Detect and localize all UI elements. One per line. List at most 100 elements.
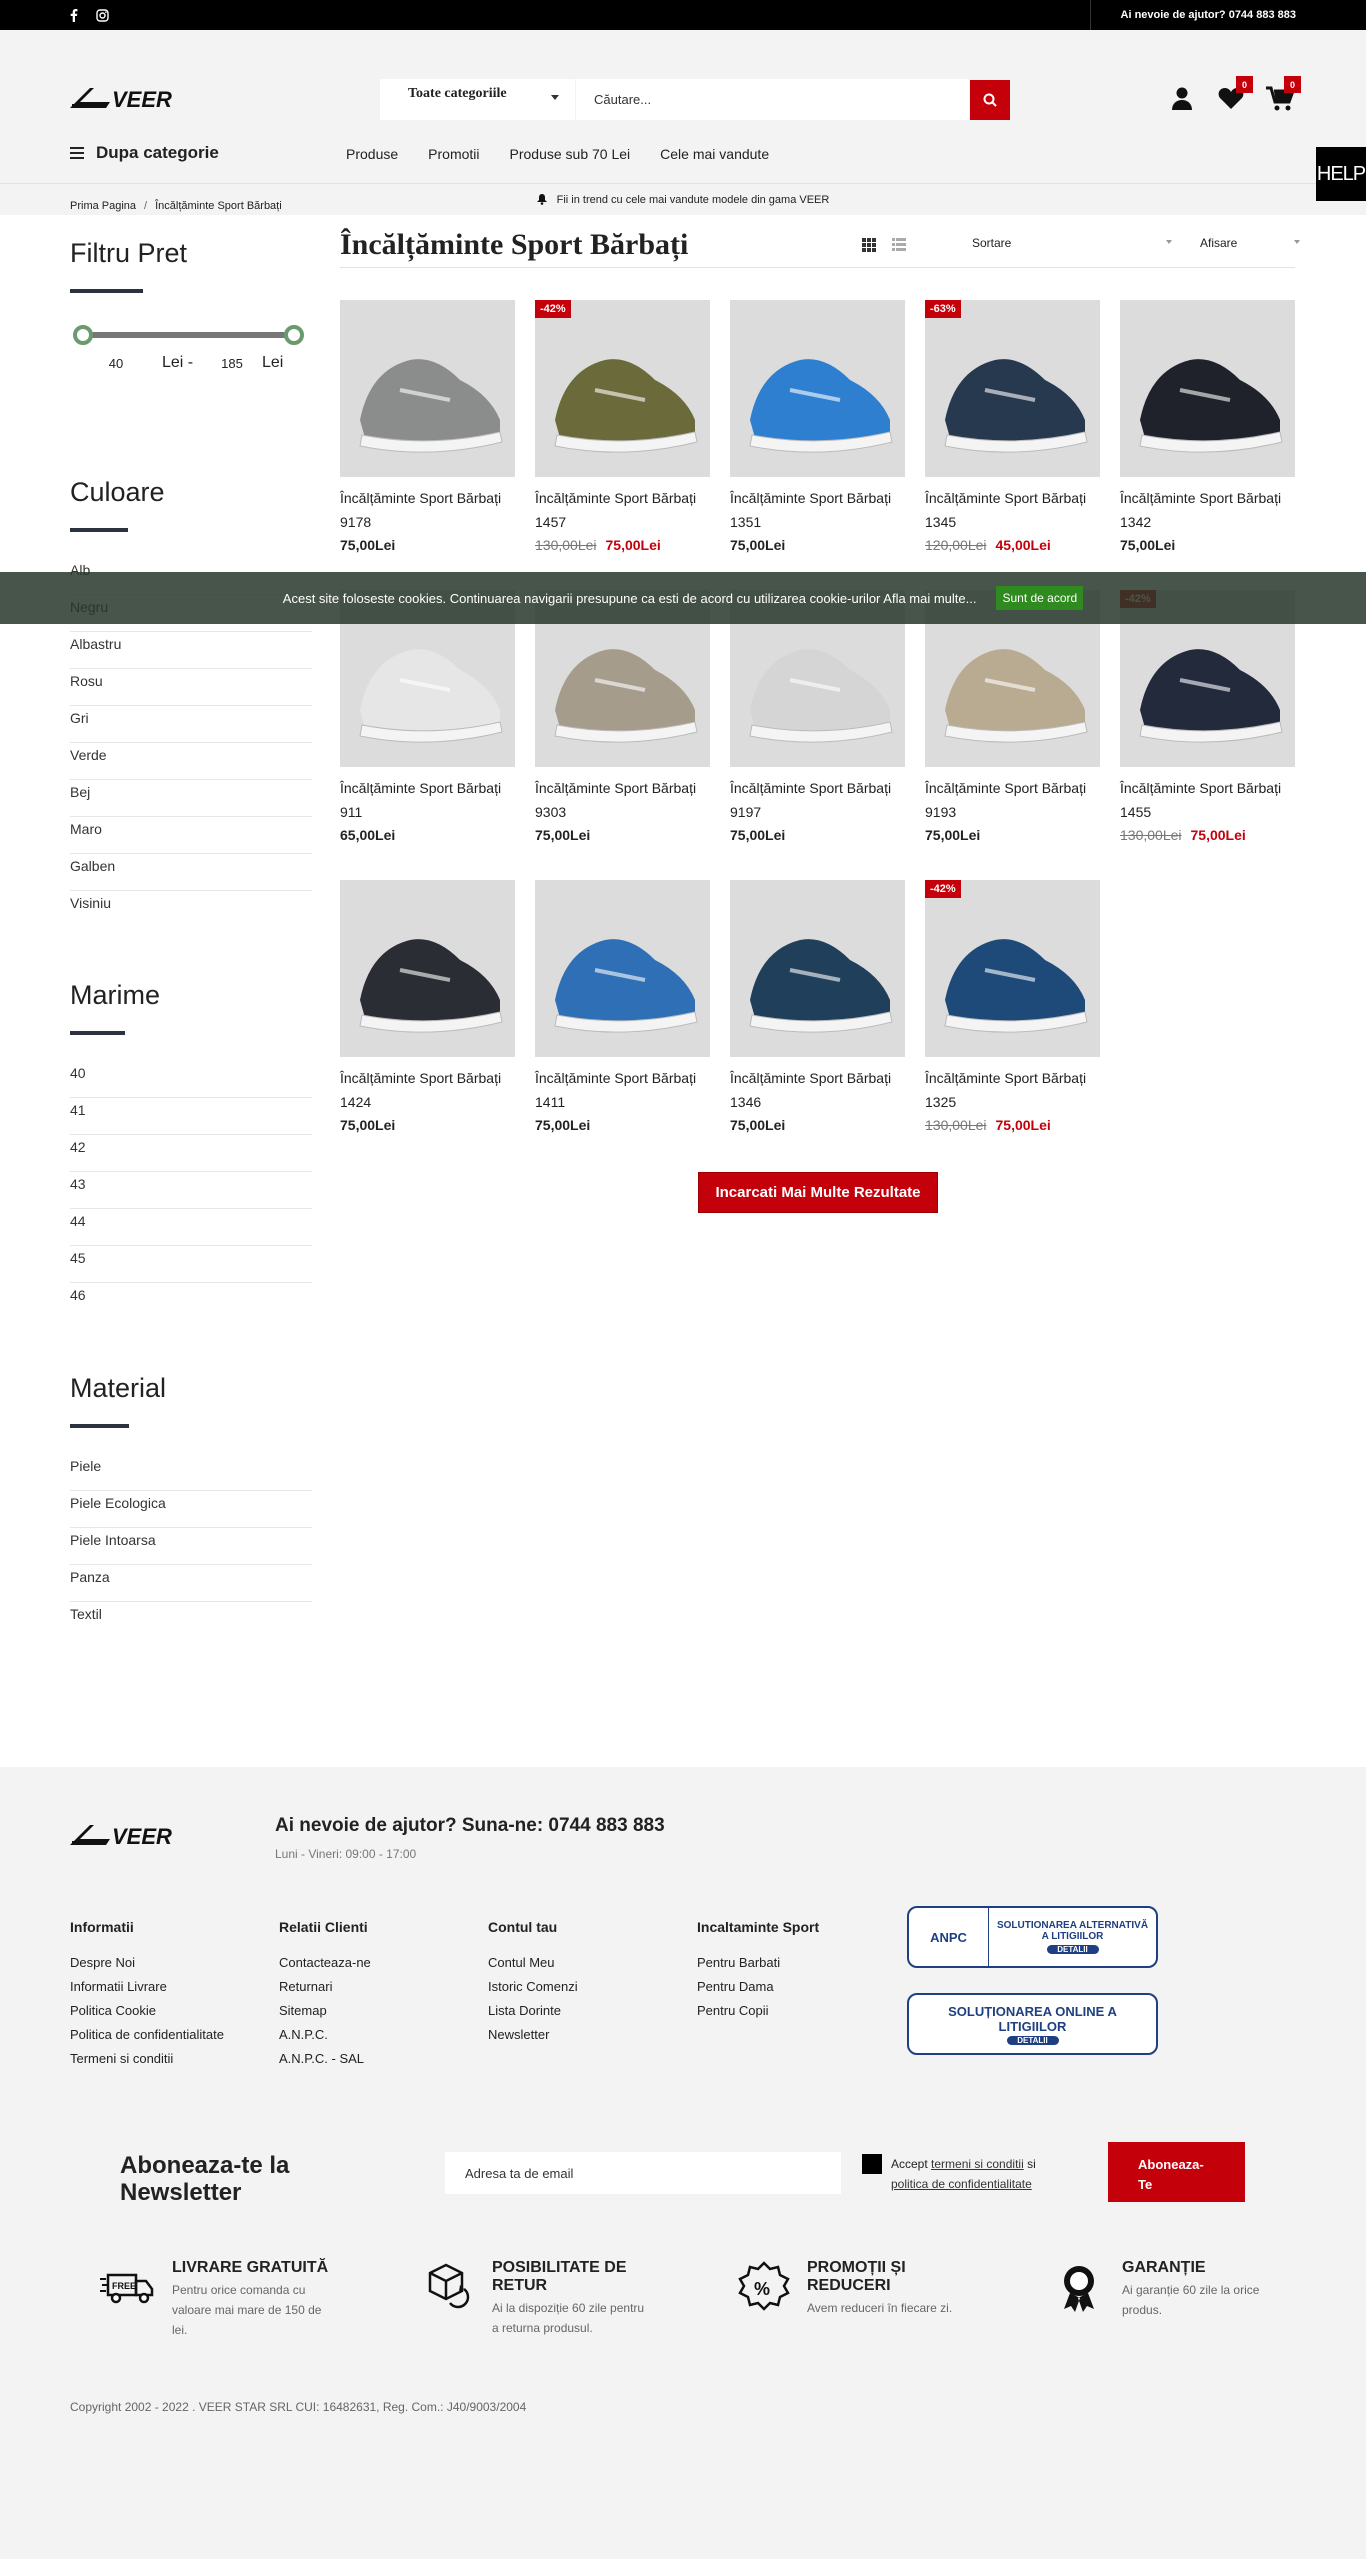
breadcrumb-home[interactable]: Prima Pagina <box>70 200 136 212</box>
product-card[interactable]: Încălțăminte Sport Bărbați 1342 75,00Lei <box>1120 300 1295 553</box>
product-image[interactable] <box>730 880 905 1057</box>
product-image[interactable]: -63% <box>925 300 1100 477</box>
help-button[interactable]: HELP <box>1316 147 1366 201</box>
product-image[interactable]: -42% <box>535 300 710 477</box>
cookie-accept-button[interactable]: Sunt de acord <box>996 586 1084 610</box>
nav-promotii[interactable]: Promotii <box>428 146 479 162</box>
color-filter-option[interactable]: Bej <box>70 780 312 817</box>
material-filter-option[interactable]: Piele Ecologica <box>70 1491 312 1528</box>
wishlist-button[interactable]: 0 <box>1218 76 1253 112</box>
material-filter-option[interactable]: Piele Intoarsa <box>70 1528 312 1565</box>
subscribe-button[interactable]: Aboneaza-Te <box>1108 2142 1245 2202</box>
product-card[interactable]: Încălțăminte Sport Bărbați 1411 75,00Lei <box>535 880 710 1133</box>
product-name-block[interactable]: Încălțăminte Sport Bărbați 9193 <box>925 776 1100 824</box>
footer-link[interactable]: Pentru Barbati <box>697 1955 819 1970</box>
product-name-block[interactable]: Încălțăminte Sport Bărbați 9178 <box>340 486 515 534</box>
color-filter-option[interactable]: Maro <box>70 817 312 854</box>
color-filter-option[interactable]: Verde <box>70 743 312 780</box>
product-name-block[interactable]: Încălțăminte Sport Bărbați 1346 <box>730 1066 905 1114</box>
product-card[interactable]: Încălțăminte Sport Bărbați 1424 75,00Lei <box>340 880 515 1133</box>
color-filter-option[interactable]: Gri <box>70 706 312 743</box>
product-card[interactable]: Încălțăminte Sport Bărbați 9303 75,00Lei <box>535 590 710 843</box>
slider-max-handle[interactable] <box>284 325 304 345</box>
anpc-sol-badge[interactable]: SOLUȚIONAREA ONLINE A LITIGIILOR DETALII <box>907 1993 1158 2055</box>
product-card[interactable]: Încălțăminte Sport Bărbați 9197 75,00Lei <box>730 590 905 843</box>
footer-link[interactable]: Lista Dorinte <box>488 2003 578 2018</box>
load-more-button[interactable]: Incarcati Mai Multe Rezultate <box>698 1172 938 1213</box>
footer-link[interactable]: Contul Meu <box>488 1955 578 1970</box>
material-filter-option[interactable]: Piele <box>70 1454 312 1491</box>
product-card[interactable]: Încălțăminte Sport Bărbați 1351 75,00Lei <box>730 300 905 553</box>
size-filter-option[interactable]: 43 <box>70 1172 312 1209</box>
footer-veer-logo[interactable]: VEER <box>70 1823 213 1847</box>
product-name-block[interactable]: Încălțăminte Sport Bărbați 9303 <box>535 776 710 824</box>
price-min[interactable]: 40 <box>70 356 162 371</box>
footer-link[interactable]: A.N.P.C. <box>279 2027 371 2042</box>
privacy-link[interactable]: politica de confidentialitate <box>891 2177 1032 2191</box>
material-filter-option[interactable]: Panza <box>70 1565 312 1602</box>
product-name-block[interactable]: Încălțăminte Sport Bărbați 1457 <box>535 486 710 534</box>
price-max[interactable]: 185 <box>202 356 262 371</box>
footer-link[interactable]: Sitemap <box>279 2003 371 2018</box>
accept-terms-checkbox[interactable] <box>862 2154 882 2174</box>
product-card[interactable]: Încălțăminte Sport Bărbați 1346 75,00Lei <box>730 880 905 1133</box>
product-name-block[interactable]: Încălțăminte Sport Bărbați 9197 <box>730 776 905 824</box>
instagram-icon[interactable] <box>96 8 109 22</box>
anpc-sal-badge[interactable]: ANPC SOLUTIONAREA ALTERNATIVĂ A LITIGIIL… <box>907 1906 1158 1968</box>
category-menu-toggle[interactable]: Dupa categorie <box>70 143 219 163</box>
display-select[interactable]: Afisare <box>1200 236 1300 250</box>
product-image[interactable] <box>535 880 710 1057</box>
category-select[interactable]: Toate categoriile <box>380 79 575 120</box>
product-card[interactable]: -63% Încălțăminte Sport Bărbați 1345 120,00… <box>925 300 1100 553</box>
size-filter-option[interactable]: 40 <box>70 1061 312 1098</box>
terms-link[interactable]: termeni si conditii <box>931 2157 1024 2171</box>
footer-link[interactable]: Pentru Dama <box>697 1979 819 1994</box>
product-name-block[interactable]: Încălțăminte Sport Bărbați 1325 <box>925 1066 1100 1114</box>
grid-view-icon[interactable] <box>862 238 876 252</box>
footer-link[interactable]: Despre Noi <box>70 1955 224 1970</box>
footer-link[interactable]: Contacteaza-ne <box>279 1955 371 1970</box>
product-card[interactable]: Încălțăminte Sport Bărbați 911 65,00Lei <box>340 590 515 843</box>
product-name-block[interactable]: Încălțăminte Sport Bărbați 911 <box>340 776 515 824</box>
product-card[interactable]: -42% Încălțăminte Sport Bărbați 1325 130,00… <box>925 880 1100 1133</box>
account-button[interactable] <box>1170 86 1196 112</box>
footer-link[interactable]: Newsletter <box>488 2027 578 2042</box>
product-name-block[interactable]: Încălțăminte Sport Bărbați 1342 <box>1120 486 1295 534</box>
footer-link[interactable]: Informatii Livrare <box>70 1979 224 1994</box>
size-filter-option[interactable]: 41 <box>70 1098 312 1135</box>
sort-select[interactable]: Sortare <box>972 236 1172 250</box>
size-filter-option[interactable]: 46 <box>70 1283 312 1320</box>
list-view-icon[interactable] <box>892 238 906 252</box>
footer-link[interactable]: Politica Cookie <box>70 2003 224 2018</box>
search-button[interactable] <box>970 80 1010 120</box>
product-name-block[interactable]: Încălțăminte Sport Bărbați 1351 <box>730 486 905 534</box>
footer-link[interactable]: Returnari <box>279 1979 371 1994</box>
product-card[interactable]: -42% Încălțăminte Sport Bărbați 1457 130,00… <box>535 300 710 553</box>
product-name-block[interactable]: Încălțăminte Sport Bărbați 1424 <box>340 1066 515 1114</box>
nav-bestsellers[interactable]: Cele mai vandute <box>660 146 769 162</box>
color-filter-option[interactable]: Albastru <box>70 632 312 669</box>
slider-min-handle[interactable] <box>73 325 93 345</box>
footer-link[interactable]: Termeni si conditii <box>70 2051 224 2066</box>
product-image[interactable] <box>340 300 515 477</box>
product-image[interactable] <box>1120 300 1295 477</box>
product-name-block[interactable]: Încălțăminte Sport Bărbați 1345 <box>925 486 1100 534</box>
help-phone[interactable]: Ai nevoie de ajutor? 0744 883 883 <box>1089 0 1296 30</box>
search-input[interactable] <box>576 79 969 120</box>
veer-logo[interactable]: VEER <box>70 86 213 110</box>
size-filter-option[interactable]: 45 <box>70 1246 312 1283</box>
product-card[interactable]: -42%Încălțăminte Sport Bărbați1455130,00… <box>1120 590 1295 843</box>
nav-sub-70[interactable]: Produse sub 70 Lei <box>510 146 631 162</box>
cart-button[interactable]: 0 <box>1266 76 1301 112</box>
size-filter-option[interactable]: 44 <box>70 1209 312 1246</box>
color-filter-option[interactable]: Galben <box>70 854 312 891</box>
footer-link[interactable]: Pentru Copii <box>697 2003 819 2018</box>
product-name-block[interactable]: Încălțăminte Sport Bărbați 1411 <box>535 1066 710 1114</box>
product-image[interactable] <box>730 300 905 477</box>
product-image[interactable] <box>340 880 515 1057</box>
footer-link[interactable]: Politica de confidentialitate <box>70 2027 224 2042</box>
facebook-icon[interactable] <box>70 8 78 22</box>
color-filter-option[interactable]: Visiniu <box>70 891 312 928</box>
price-slider[interactable] <box>70 319 310 349</box>
footer-link[interactable]: Istoric Comenzi <box>488 1979 578 1994</box>
